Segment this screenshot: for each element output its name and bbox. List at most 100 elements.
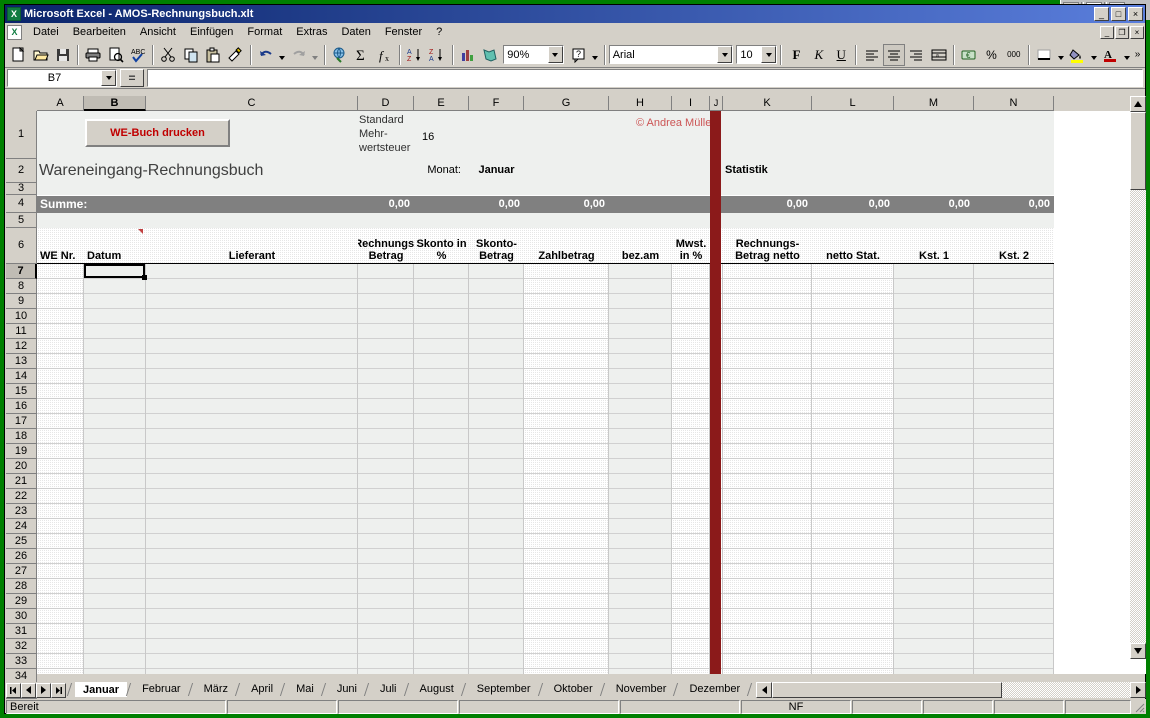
hscroll-right-button[interactable] [1130, 682, 1146, 698]
row-header-5[interactable]: 5 [6, 213, 37, 228]
name-box[interactable]: B7 [7, 69, 117, 87]
sheet-tab-märz[interactable]: März [195, 682, 237, 697]
function-icon[interactable]: fx [373, 44, 395, 66]
scroll-up-button[interactable] [1130, 96, 1146, 112]
resize-grip[interactable] [1132, 700, 1146, 714]
cut-icon[interactable] [157, 44, 179, 66]
column-header-K[interactable]: K [723, 96, 812, 111]
fill-color-dropdown-icon[interactable] [1088, 44, 1099, 66]
row-header-13[interactable]: 13 [6, 354, 37, 369]
font-size-dropdown-icon[interactable] [761, 46, 777, 63]
equals-button[interactable]: = [120, 69, 144, 87]
row-header-15[interactable]: 15 [6, 384, 37, 399]
row-header-10[interactable]: 10 [6, 309, 37, 324]
column-header-L[interactable]: L [812, 96, 894, 111]
row-header-9[interactable]: 9 [6, 294, 37, 309]
toolbar-overflow-icon[interactable]: » [1132, 44, 1143, 66]
row-header-16[interactable]: 16 [6, 399, 37, 414]
hscroll-left-button[interactable] [756, 682, 772, 698]
zoom-dropdown-icon[interactable] [547, 46, 563, 63]
percent-button[interactable]: % [980, 44, 1002, 66]
spellcheck-icon[interactable]: ABC [127, 44, 149, 66]
row-header-32[interactable]: 32 [6, 639, 37, 654]
minimize-button[interactable]: _ [1094, 7, 1109, 21]
sheet-tab-august[interactable]: August [411, 682, 462, 697]
vertical-scroll-track[interactable] [1130, 112, 1146, 643]
sheet-tab-mai[interactable]: Mai [288, 682, 322, 697]
paste-icon[interactable] [202, 44, 224, 66]
menu-einfuegen[interactable]: Einfügen [183, 24, 240, 40]
row-header-11[interactable]: 11 [6, 324, 37, 339]
align-left-icon[interactable] [860, 44, 882, 66]
help-icon[interactable]: ? [568, 44, 590, 66]
row-header-4[interactable]: 4 [6, 195, 37, 213]
doc-minimize-button[interactable]: _ [1100, 25, 1114, 39]
column-header-G[interactable]: G [524, 96, 609, 111]
hyperlink-icon[interactable] [329, 44, 351, 66]
italic-button[interactable]: K [808, 44, 830, 66]
close-button[interactable]: × [1128, 7, 1143, 21]
row-header-14[interactable]: 14 [6, 369, 37, 384]
row-header-8[interactable]: 8 [6, 279, 37, 294]
menu-daten[interactable]: Daten [334, 24, 377, 40]
row-header-24[interactable]: 24 [6, 519, 37, 534]
row-header-30[interactable]: 30 [6, 609, 37, 624]
sheet-tab-september[interactable]: September [468, 682, 539, 697]
sheet-tab-juli[interactable]: Juli [372, 682, 405, 697]
sheet-tab-februar[interactable]: Februar [134, 682, 189, 697]
row-header-7[interactable]: 7 [6, 264, 37, 279]
borders-dropdown-icon[interactable] [1055, 44, 1066, 66]
prev-sheet-icon[interactable] [21, 682, 36, 698]
selected-cell-b7[interactable] [84, 264, 145, 278]
chart-wizard-icon[interactable] [457, 44, 479, 66]
row-header-3[interactable]: 3 [6, 183, 37, 195]
we-buch-drucken-button[interactable]: WE-Buch drucken [85, 119, 230, 147]
merge-center-icon[interactable]: a [928, 44, 950, 66]
underline-button[interactable]: U [830, 44, 852, 66]
vertical-scroll-thumb[interactable] [1130, 112, 1146, 190]
row-header-25[interactable]: 25 [6, 534, 37, 549]
row-header-2[interactable]: 2 [6, 159, 37, 183]
scroll-down-button[interactable] [1130, 643, 1146, 659]
vertical-scrollbar[interactable] [1130, 96, 1146, 659]
column-header-B[interactable]: B [84, 96, 146, 111]
row-header-1[interactable]: 1 [6, 111, 37, 159]
font-color-dropdown-icon[interactable] [1121, 44, 1132, 66]
row-header-27[interactable]: 27 [6, 564, 37, 579]
first-sheet-icon[interactable] [6, 682, 21, 698]
last-sheet-icon[interactable] [51, 682, 66, 698]
horizontal-scroll-thumb[interactable] [772, 682, 1002, 698]
column-header-D[interactable]: D [358, 96, 414, 111]
map-icon[interactable] [479, 44, 501, 66]
zoom-combo[interactable]: 90% [503, 45, 564, 64]
row-header-22[interactable]: 22 [6, 489, 37, 504]
new-icon[interactable] [7, 44, 29, 66]
align-center-icon[interactable] [882, 43, 906, 66]
sheet-tab-november[interactable]: November [607, 682, 675, 697]
comment-indicator[interactable] [138, 229, 143, 234]
font-name-combo[interactable]: Arial [608, 45, 734, 64]
horizontal-scroll-track[interactable] [772, 682, 1130, 698]
column-header-J[interactable]: J [710, 96, 723, 111]
doc-restore-button[interactable]: ❐ [1115, 25, 1129, 39]
fill-handle[interactable] [142, 275, 147, 280]
font-color-icon[interactable]: A [1099, 44, 1121, 66]
column-header-A[interactable]: A [37, 96, 84, 111]
redo-icon[interactable] [288, 44, 310, 66]
row-header-23[interactable]: 23 [6, 504, 37, 519]
column-header-I[interactable]: I [672, 96, 710, 111]
row-header-12[interactable]: 12 [6, 339, 37, 354]
next-sheet-icon[interactable] [36, 682, 51, 698]
row-header-28[interactable]: 28 [6, 579, 37, 594]
doc-close-button[interactable]: × [1130, 25, 1144, 39]
row-header-20[interactable]: 20 [6, 459, 37, 474]
menu-fenster[interactable]: Fenster [378, 24, 429, 40]
row-header-17[interactable]: 17 [6, 414, 37, 429]
format-painter-icon[interactable] [224, 44, 246, 66]
row-header-31[interactable]: 31 [6, 624, 37, 639]
copy-icon[interactable] [180, 44, 202, 66]
column-header-F[interactable]: F [469, 96, 524, 111]
menu-datei[interactable]: Datei [26, 24, 66, 40]
menu-help[interactable]: ? [429, 24, 449, 40]
sheet-tab-januar[interactable]: Januar [75, 682, 128, 697]
